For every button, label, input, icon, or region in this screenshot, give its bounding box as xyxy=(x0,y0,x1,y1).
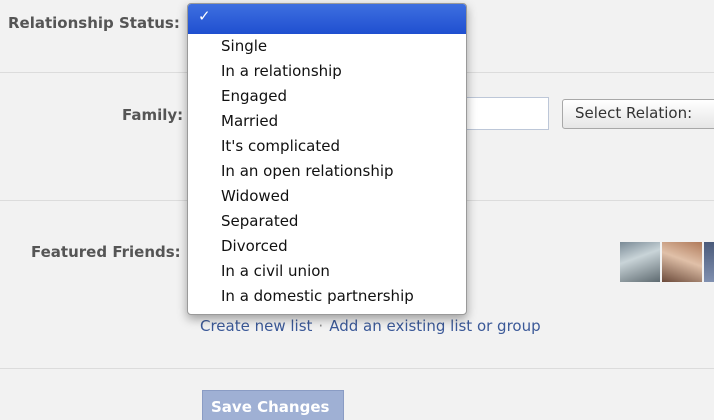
featured-friends-label: Featured Friends: xyxy=(31,243,181,261)
create-new-list-link[interactable]: Create new list xyxy=(200,317,312,335)
option-divorced[interactable]: Divorced xyxy=(188,234,466,259)
link-separator: · xyxy=(318,317,324,335)
avatar[interactable] xyxy=(620,242,660,282)
relationship-status-label: Relationship Status: xyxy=(8,14,180,32)
relationship-options-list: Single In a relationship Engaged Married… xyxy=(188,34,466,309)
option-separated[interactable]: Separated xyxy=(188,209,466,234)
list-links: Create new list · Add an existing list or … xyxy=(200,317,541,335)
family-name-input[interactable] xyxy=(460,97,549,130)
featured-friends-avatars xyxy=(620,242,714,282)
select-relation-dropdown[interactable]: Select Relation: xyxy=(562,99,714,129)
option-engaged[interactable]: Engaged xyxy=(188,84,466,109)
add-existing-list-link[interactable]: Add an existing list or group xyxy=(329,317,540,335)
option-civil-union[interactable]: In a civil union xyxy=(188,259,466,284)
option-married[interactable]: Married xyxy=(188,109,466,134)
avatar[interactable] xyxy=(662,242,702,282)
option-in-a-relationship[interactable]: In a relationship xyxy=(188,59,466,84)
option-single[interactable]: Single xyxy=(188,34,466,59)
selected-option-check-icon[interactable]: ✓ xyxy=(188,4,466,34)
option-widowed[interactable]: Widowed xyxy=(188,184,466,209)
option-its-complicated[interactable]: It's complicated xyxy=(188,134,466,159)
family-label: Family: xyxy=(122,106,184,124)
avatar[interactable] xyxy=(704,242,714,282)
relationship-status-dropdown[interactable]: ✓ Single In a relationship Engaged Marri… xyxy=(187,3,467,315)
option-open-relationship[interactable]: In an open relationship xyxy=(188,159,466,184)
section-divider xyxy=(0,368,714,369)
option-domestic-partnership[interactable]: In a domestic partnership xyxy=(188,284,466,309)
profile-edit-page: Relationship Status: Family: Select Rela… xyxy=(0,0,714,420)
save-changes-button[interactable]: Save Changes xyxy=(202,390,344,420)
